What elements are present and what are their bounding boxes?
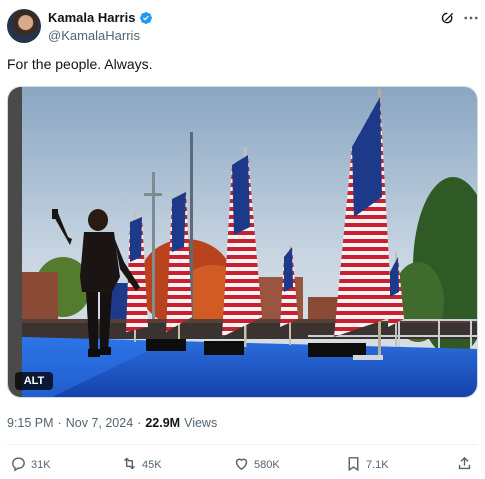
action-bar: 31K 45K 580K 7.1K	[0, 455, 485, 475]
divider	[7, 444, 478, 445]
avatar[interactable]	[7, 9, 41, 43]
reply-button[interactable]: 31K	[10, 455, 51, 475]
reply-count: 31K	[31, 459, 51, 471]
more-icon[interactable]	[462, 9, 480, 27]
tweet-photo[interactable]	[7, 86, 478, 398]
stage-flags-photo	[8, 87, 477, 397]
grok-icon[interactable]	[440, 10, 456, 26]
repost-button[interactable]: 45K	[121, 455, 162, 475]
tweet-meta: 9:15 PM · Nov 7, 2024 · 22.9M Views	[7, 416, 217, 430]
meta-separator-2: ·	[137, 416, 142, 430]
share-button[interactable]	[456, 455, 473, 475]
author-display-name[interactable]: Kamala Harris	[48, 10, 135, 25]
views-count: 22.9M	[145, 416, 181, 430]
bookmark-icon	[345, 455, 362, 475]
views-label: Views	[184, 416, 218, 430]
repost-count: 45K	[142, 459, 162, 471]
tweet-date[interactable]: Nov 7, 2024	[66, 416, 133, 430]
like-count: 580K	[254, 459, 280, 471]
heart-icon	[233, 455, 250, 475]
verified-badge-icon[interactable]	[139, 11, 153, 25]
reply-icon	[10, 455, 27, 475]
share-icon	[456, 455, 473, 475]
meta-separator: ·	[57, 416, 62, 430]
tweet-text: For the people. Always.	[7, 56, 153, 72]
like-button[interactable]: 580K	[233, 455, 280, 475]
bookmark-button[interactable]: 7.1K	[345, 455, 389, 475]
alt-text-badge[interactable]: ALT	[15, 372, 53, 390]
author-handle[interactable]: @KamalaHarris	[48, 28, 140, 43]
tweet-time[interactable]: 9:15 PM	[7, 416, 54, 430]
repost-icon	[121, 455, 138, 475]
author-name-row: Kamala Harris	[48, 10, 153, 25]
bookmark-count: 7.1K	[366, 459, 389, 471]
